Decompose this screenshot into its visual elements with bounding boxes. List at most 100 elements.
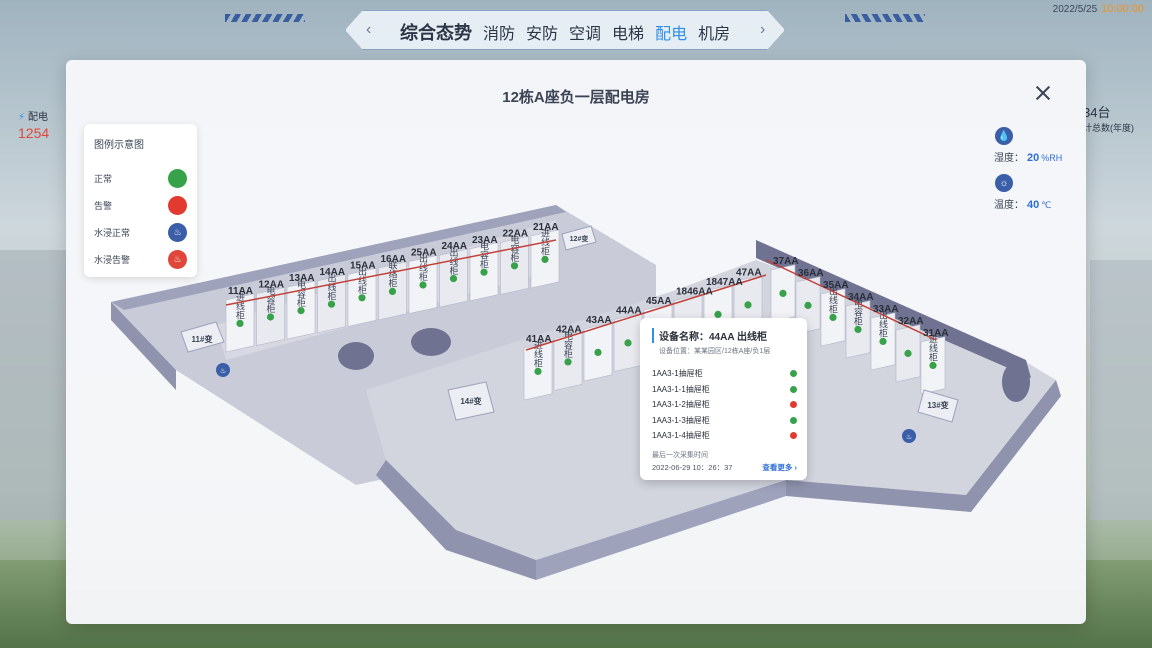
side-stat-label: ⚡ 配电 <box>18 108 49 123</box>
popup-footer: 2022-06-29 10：26：37 查看更多 › <box>652 462 797 473</box>
status-dot <box>358 294 366 302</box>
nav-tab[interactable]: 电梯 <box>612 20 644 44</box>
cabinet-number-label: 15AA <box>350 260 376 271</box>
nav-tabs: 综合态势 消防 安防 空调 电梯 配电 机房 <box>400 19 730 45</box>
status-dot <box>388 287 397 295</box>
chevron-right-icon[interactable]: › <box>760 21 765 39</box>
status-dot <box>804 301 812 309</box>
side-stat-right-label: 计总数(年度) <box>1083 123 1134 133</box>
status-dot <box>564 358 572 366</box>
drawer-name: 1AA3-1-1抽屉柜 <box>652 384 710 394</box>
temperature-unit: ℃ <box>1041 200 1052 210</box>
background-building <box>1090 260 1152 520</box>
device-info-popup: 设备名称：44AA 出线柜 设备位置：某某园区/12栋A座/负1层 1AA3-1… <box>640 318 807 480</box>
nav-tab[interactable]: 消防 <box>483 20 515 44</box>
cabinet-number-label: 16AA <box>381 254 407 265</box>
status-dot <box>904 349 912 357</box>
status-dot <box>714 310 722 318</box>
svg-text:♨: ♨ <box>906 433 912 441</box>
drawer-name: 1AA3-1-2抽屉柜 <box>652 400 710 410</box>
humidity-label: 湿度： <box>994 153 1024 164</box>
flood-sensor-icon: ♨ <box>168 250 187 269</box>
door <box>1002 362 1030 402</box>
modal-title: 12栋A座负一层配电房 <box>502 89 650 106</box>
humidity-reading: 💧 湿度： 20 %RH <box>994 127 1062 164</box>
status-dot <box>236 319 244 327</box>
drawer-row[interactable]: 1AA3-1-1抽屉柜 <box>652 382 797 398</box>
legend-row: 水浸正常 ♨ <box>94 219 187 246</box>
status-dot <box>624 339 632 347</box>
drawer-row[interactable]: 1AA3-1-4抽屉柜 <box>652 428 797 444</box>
svg-text:♨: ♨ <box>220 367 226 375</box>
view-more-link[interactable]: 查看更多 › <box>762 462 797 473</box>
temperature-label: 温度： <box>994 200 1024 211</box>
nav-tab[interactable]: 配电 <box>655 20 687 44</box>
cabinet-number-label: 44AA <box>616 306 642 317</box>
door <box>411 328 451 356</box>
status-dot <box>744 301 752 309</box>
drawer-name: 1AA3-1-3抽屉柜 <box>652 415 710 425</box>
legend-title: 图例示意图 <box>94 140 144 151</box>
status-dot <box>510 262 519 270</box>
cabinet-number-label: 45AA <box>646 296 672 307</box>
drawer-row[interactable]: 1AA3-1抽屉柜 <box>652 366 797 382</box>
cabinet-number-label: 36AA <box>798 268 824 279</box>
side-stat-label-text: 配电 <box>28 112 49 123</box>
cabinet-number-label: 31AA <box>923 328 949 339</box>
status-dot <box>297 307 305 315</box>
status-dot-icon <box>790 370 797 378</box>
status-dot <box>534 367 542 375</box>
cabinet-number-label: 35AA <box>823 280 849 291</box>
legend-row: 告警 <box>94 192 187 219</box>
status-dot <box>854 325 862 333</box>
time-text: 10:00:00 <box>1101 3 1144 15</box>
background-building <box>0 250 70 520</box>
humidity-unit: %RH <box>1041 153 1063 163</box>
transformer-label: 14#变 <box>460 396 481 406</box>
date-text: 2022/5/25 <box>1052 4 1098 15</box>
status-dot-icon <box>168 196 187 215</box>
side-stat-value: 1254 <box>18 125 50 141</box>
flood-sensor-icon: ♨ <box>168 223 187 242</box>
side-stat-right-value: 34台 <box>1083 105 1111 120</box>
legend-panel: 图例示意图 正常 告警 水浸正常 ♨ 水浸告警 ♨ <box>84 124 197 277</box>
decor-stripes <box>225 14 305 22</box>
drawer-row[interactable]: 1AA3-1-3抽屉柜 <box>652 413 797 429</box>
cabinet-number-label: 13AA <box>289 273 315 284</box>
legend-label: 水浸正常 <box>94 228 131 238</box>
status-dot-icon <box>168 169 187 188</box>
cabinet-number-label: 12AA <box>259 280 285 291</box>
cabinet-number-label: 41AA <box>526 334 552 345</box>
status-dot <box>541 255 549 263</box>
top-bar: ‹ › 综合态势 消防 安防 空调 电梯 配电 机房 2022/5/25 10:00:00 <box>0 0 1152 60</box>
legend-row: 正常 <box>94 165 187 192</box>
thermometer-icon: ☼ <box>995 174 1013 192</box>
nav-tab[interactable]: 机房 <box>698 20 730 44</box>
humidity-value: 20 <box>1027 152 1040 164</box>
door <box>338 342 374 370</box>
cabinet-number-label: 25AA <box>411 248 437 259</box>
env-readings: 💧 湿度： 20 %RH ☼ 温度： 40 ℃ <box>994 127 1062 221</box>
side-stat: ⚡ 配电 1254 <box>18 108 49 141</box>
cabinet-number-label: 14AA <box>320 267 346 278</box>
cabinet-number-label: 37AA <box>773 256 799 267</box>
nav-tab[interactable]: 综合态势 <box>400 19 472 45</box>
chevron-left-icon[interactable]: ‹ <box>366 21 371 39</box>
drawer-name: 1AA3-1抽屉柜 <box>652 369 703 379</box>
transformer-label: 13#变 <box>927 400 948 410</box>
drawer-row[interactable]: 1AA3-1-2抽屉柜 <box>652 397 797 413</box>
status-dot-icon <box>790 416 797 424</box>
legend-label: 正常 <box>94 174 113 184</box>
nav-tab[interactable]: 空调 <box>569 20 601 44</box>
legend-row: 水浸告警 ♨ <box>94 246 187 273</box>
floor-plan-3d: 进线柜 电容柜 电容柜 出线柜 出线柜 联络柜 出线柜 出线柜 电容柜 电容柜 进线柜 进线柜 电容柜… <box>111 205 1061 580</box>
decor-stripes <box>845 14 925 22</box>
cabinet-number-label: 34AA <box>848 292 874 303</box>
cabinet-number-label: 21AA <box>533 222 559 233</box>
device-location: 设备位置：某某园区/12栋A座/负1层 <box>659 348 771 355</box>
close-icon[interactable] <box>1032 82 1054 104</box>
status-dot <box>480 268 488 276</box>
status-dot <box>879 337 887 345</box>
nav-tab[interactable]: 安防 <box>526 20 558 44</box>
legend-label: 告警 <box>94 201 113 211</box>
